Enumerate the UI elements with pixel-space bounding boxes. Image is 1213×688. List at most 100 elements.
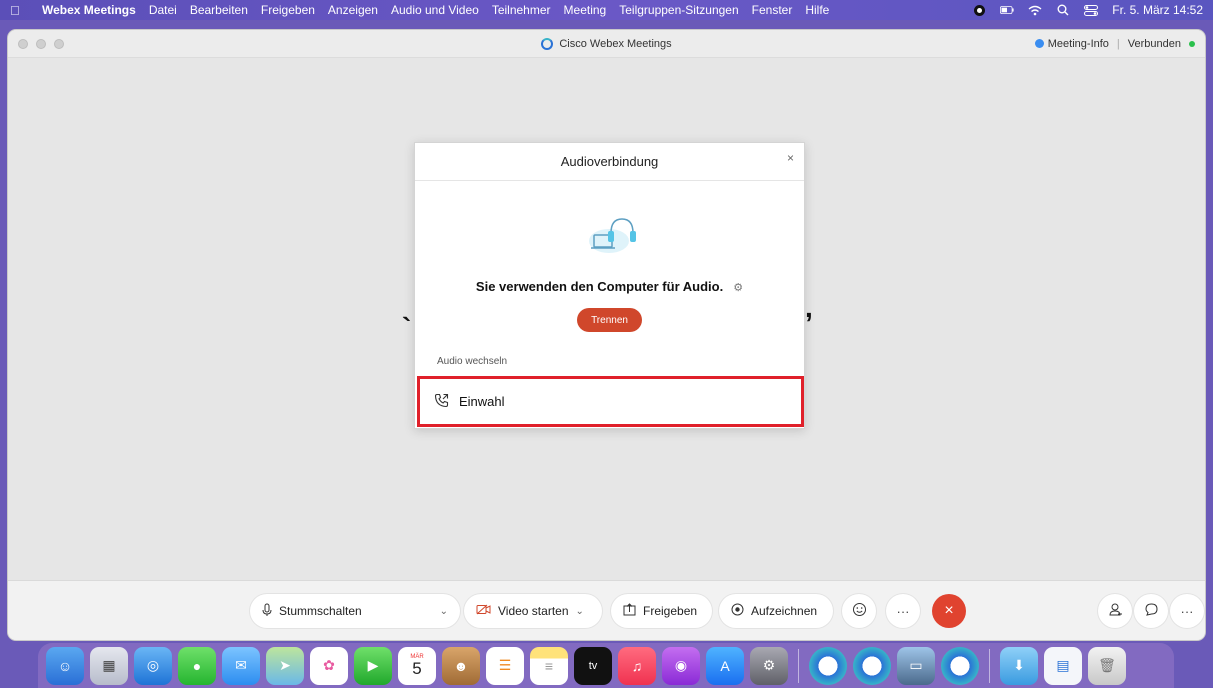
control-center-icon[interactable]	[1084, 4, 1099, 16]
reactions-button[interactable]	[842, 594, 876, 628]
webex-meetings-icon[interactable]	[853, 646, 891, 685]
titlebar-divider: |	[1116, 37, 1120, 50]
menu-item-anzeigen[interactable]: Anzeigen	[328, 3, 378, 17]
video-off-icon	[476, 604, 491, 618]
gear-icon[interactable]: ⚙	[733, 282, 743, 294]
record-label: Aufzeichnen	[751, 604, 818, 618]
macos-dock: ☺ ▦ ◎ ● ✉ ➤ ✿ ▶ MÄR 5 ☻ ☰ ≡ tv ♫ ◉ A ⚙ ▭…	[38, 643, 1174, 688]
disconnect-button[interactable]: Trennen	[577, 308, 642, 332]
dial-in-option[interactable]: Einwahl	[417, 376, 804, 427]
menu-item-teilnehmer[interactable]: Teilnehmer	[492, 3, 551, 17]
smiley-icon	[852, 602, 867, 620]
menu-item-freigeben[interactable]: Freigeben	[261, 3, 315, 17]
connected-indicator-icon	[1189, 40, 1195, 47]
finder-icon[interactable]: ☺	[46, 646, 84, 685]
record-icon	[731, 603, 744, 619]
end-meeting-button[interactable]: ×	[932, 594, 966, 628]
meeting-info-button[interactable]: Meeting-Info	[1034, 37, 1109, 50]
computer-audio-illustration-icon	[589, 218, 636, 253]
meeting-stage: ` , Audioverbindung × Sie verwenden den …	[8, 58, 1205, 580]
apple-tv-icon[interactable]: tv	[574, 646, 612, 685]
menu-item-bearbeiten[interactable]: Bearbeiten	[190, 3, 248, 17]
more-panels-button[interactable]: ···	[1170, 594, 1204, 628]
screen-sharing-icon[interactable]: ▭	[897, 646, 935, 685]
webex-app-icon[interactable]	[809, 646, 847, 685]
info-icon	[1034, 39, 1044, 48]
menu-item-meeting[interactable]: Meeting	[564, 3, 607, 17]
chat-icon	[1144, 602, 1159, 620]
downloads-folder-icon[interactable]: ⬇	[1000, 646, 1038, 685]
webex-teams-icon[interactable]	[941, 646, 979, 685]
mail-icon[interactable]: ✉	[222, 646, 260, 685]
reminders-icon[interactable]: ☰	[486, 646, 524, 685]
participants-icon	[1108, 602, 1123, 620]
app-store-icon[interactable]: A	[706, 646, 744, 685]
launchpad-icon[interactable]: ▦	[90, 646, 128, 685]
webex-logo-icon	[541, 37, 554, 50]
window-title: Cisco Webex Meetings	[8, 37, 1205, 50]
background-text-fragment-right: ,	[805, 292, 813, 323]
mute-label: Stummschalten	[279, 604, 362, 618]
facetime-icon[interactable]: ▶	[354, 646, 392, 685]
system-preferences-icon[interactable]: ⚙	[750, 646, 788, 685]
recent-document-icon[interactable]: ▤	[1044, 646, 1082, 685]
calendar-day: 5	[412, 659, 422, 678]
share-icon	[623, 603, 636, 619]
titlebar-right: Meeting-Info | Verbunden	[1034, 37, 1195, 50]
trash-icon[interactable]: 🗑	[1088, 646, 1126, 685]
menu-item-teilgruppen-sitzungen[interactable]: Teilgruppen-Sitzungen	[619, 3, 738, 17]
microphone-icon	[262, 603, 272, 620]
audio-status-text: Sie verwenden den Computer für Audio. ⚙	[415, 279, 804, 294]
more-options-button[interactable]: ···	[886, 594, 920, 628]
music-icon[interactable]: ♫	[618, 646, 656, 685]
spotlight-search-icon[interactable]	[1056, 4, 1070, 16]
meeting-info-label: Meeting-Info	[1047, 37, 1109, 50]
chevron-down-icon[interactable]: ⌄	[440, 606, 448, 617]
photos-icon[interactable]: ✿	[310, 646, 348, 685]
clock[interactable]: Fr. 5. März 14:52	[1112, 3, 1203, 17]
menu-item-datei[interactable]: Datei	[149, 3, 177, 17]
dock-divider	[989, 648, 990, 683]
wifi-icon[interactable]	[1028, 4, 1042, 16]
podcasts-icon[interactable]: ◉	[662, 646, 700, 685]
window-title-text: Cisco Webex Meetings	[559, 37, 672, 50]
contacts-icon[interactable]: ☻	[442, 646, 480, 685]
mute-button[interactable]: Stummschalten ⌄	[250, 594, 460, 628]
start-video-button[interactable]: Video starten ⌄	[464, 594, 602, 628]
participants-button[interactable]	[1098, 594, 1132, 628]
webex-status-icon[interactable]	[972, 4, 986, 16]
menu-item-audio-und-video[interactable]: Audio und Video	[391, 3, 479, 17]
share-button[interactable]: Freigeben	[611, 594, 712, 628]
phone-call-icon	[434, 393, 449, 411]
background-text-fragment-left: `	[402, 312, 412, 343]
dialog-header: Audioverbindung ×	[415, 143, 804, 181]
chevron-down-icon[interactable]: ⌄	[576, 606, 584, 617]
maps-icon[interactable]: ➤	[266, 646, 304, 685]
menu-item-webex-meetings[interactable]: Webex Meetings	[42, 3, 136, 17]
switch-audio-label: Audio wechseln	[437, 356, 508, 367]
window-titlebar: Cisco Webex Meetings Meeting-Info | Verb…	[8, 30, 1205, 58]
audio-status-label: Sie verwenden den Computer für Audio.	[475, 279, 724, 294]
menu-item-hilfe[interactable]: Hilfe	[805, 3, 829, 17]
audio-connection-dialog: Audioverbindung × Sie verwenden den Comp…	[414, 142, 805, 429]
meeting-control-bar: Stummschalten ⌄ Video starten ⌄ Freigebe…	[8, 580, 1205, 640]
notes-icon[interactable]: ≡	[530, 646, 568, 685]
webex-window: Cisco Webex Meetings Meeting-Info | Verb…	[8, 30, 1205, 640]
menu-item-fenster[interactable]: Fenster	[752, 3, 793, 17]
dialog-title: Audioverbindung	[560, 154, 659, 169]
battery-icon[interactable]	[1000, 4, 1014, 16]
dial-in-label: Einwahl	[459, 394, 505, 409]
apple-icon[interactable]: 	[10, 3, 24, 18]
share-label: Freigeben	[643, 604, 698, 618]
macos-menu-bar:  Webex Meetings Datei Bearbeiten Freige…	[0, 0, 1213, 20]
chat-button[interactable]	[1134, 594, 1168, 628]
calendar-icon[interactable]: MÄR 5	[398, 646, 436, 685]
record-button[interactable]: Aufzeichnen	[719, 594, 833, 628]
close-icon[interactable]: ×	[787, 151, 794, 165]
dock-divider	[798, 648, 799, 683]
messages-icon[interactable]: ●	[178, 646, 216, 685]
safari-icon[interactable]: ◎	[134, 646, 172, 685]
status-area: Fr. 5. März 14:52	[972, 3, 1203, 17]
tv-label: tv	[588, 659, 598, 672]
start-video-label: Video starten	[498, 604, 569, 618]
